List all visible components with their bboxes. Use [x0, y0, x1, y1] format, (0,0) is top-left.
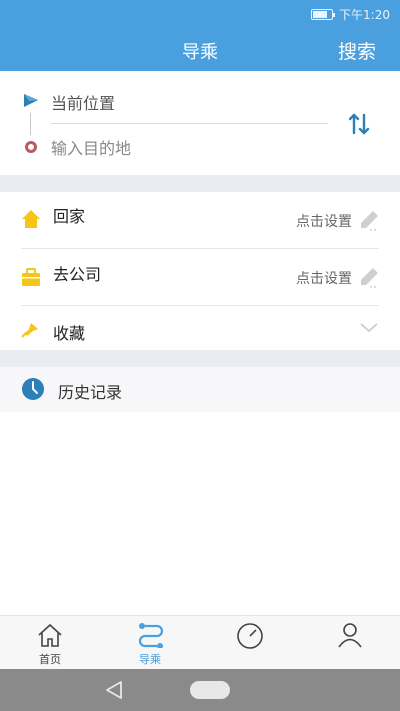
shortcut-company[interactable]: 去公司 点击设置: [0, 249, 400, 305]
pencil-icon[interactable]: [358, 209, 380, 231]
status-bar: 下午1:20: [311, 6, 390, 23]
chevron-down-icon[interactable]: [360, 323, 378, 333]
section-divider: [0, 350, 400, 367]
shortcut-favorites[interactable]: 收藏: [0, 306, 400, 353]
gauge-icon: [237, 623, 263, 649]
tab-home[interactable]: 首页: [0, 616, 100, 670]
search-button[interactable]: 搜索: [338, 37, 376, 64]
route-connector: [30, 113, 31, 135]
destination-input[interactable]: [51, 137, 321, 159]
person-icon: [338, 623, 362, 648]
tab-label: 首页: [39, 653, 61, 666]
history-row[interactable]: 历史记录: [0, 367, 400, 412]
tab-guide[interactable]: 导乘: [100, 616, 200, 670]
house-icon: [38, 623, 62, 647]
history-label: 历史记录: [58, 383, 123, 402]
clock-icon: [22, 378, 44, 400]
home-icon: [22, 210, 40, 228]
navigation-arrow-icon: [24, 94, 38, 107]
shortcut-home[interactable]: 回家 点击设置: [0, 192, 400, 248]
set-hint[interactable]: 点击设置: [296, 268, 352, 288]
route-icon: [138, 623, 164, 648]
divider: [51, 123, 328, 124]
shortcut-label: 回家: [53, 207, 86, 226]
shortcut-list: 回家 点击设置 去公司 点击设置 收藏: [0, 192, 400, 353]
tab-gauge[interactable]: [200, 616, 300, 670]
pin-icon: [21, 323, 38, 338]
section-divider: [0, 175, 400, 192]
back-triangle-icon[interactable]: [104, 680, 124, 700]
battery-icon: [311, 9, 336, 20]
pencil-icon[interactable]: [358, 266, 380, 288]
swap-vertical-icon[interactable]: [346, 112, 372, 136]
briefcase-icon: [22, 268, 40, 286]
bottom-tab-bar: 首页 导乘: [0, 615, 400, 669]
home-pill-icon[interactable]: [190, 681, 230, 699]
shortcut-label: 收藏: [53, 324, 86, 343]
tab-profile[interactable]: [300, 616, 400, 670]
system-nav-bar: [0, 669, 400, 711]
app-header: 下午1:20 导乘 搜索: [0, 0, 400, 71]
shortcut-label: 去公司: [53, 265, 102, 284]
tab-label: 导乘: [139, 653, 161, 666]
origin-field[interactable]: 当前位置: [51, 90, 115, 114]
destination-ring-icon: [25, 141, 37, 153]
set-hint[interactable]: 点击设置: [296, 211, 352, 231]
status-time: 下午1:20: [339, 8, 390, 22]
